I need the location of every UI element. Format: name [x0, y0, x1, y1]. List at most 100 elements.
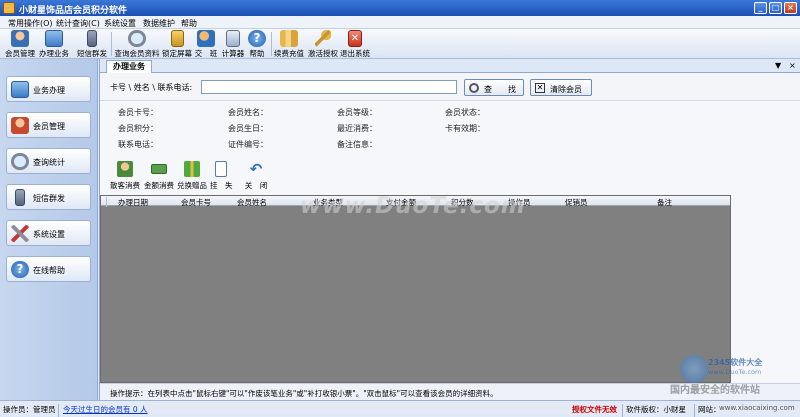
toolbar-help[interactable]: ? 帮助	[247, 30, 267, 58]
toolbar: 会员管理 办理业务 短信群发 查询会员资料 锁定屏幕 交 班 计算器 ? 帮助 …	[0, 29, 800, 59]
walk-in-consumption-button[interactable]: 散客消费	[108, 161, 142, 191]
cash-icon	[151, 164, 167, 174]
member-icon	[11, 117, 29, 134]
card-expiry-label: 卡有效期：	[445, 124, 485, 133]
maximize-button[interactable]: □	[769, 2, 782, 14]
toolbar-lock-screen[interactable]: 锁定屏幕	[161, 30, 193, 58]
close-business-button[interactable]: ↶ 关 闭	[244, 161, 268, 191]
help-icon: ?	[11, 261, 29, 278]
card-number-label: 会员卡号：	[118, 108, 158, 117]
status-divider	[622, 404, 623, 417]
member-name-label: 会员姓名：	[228, 108, 268, 117]
minimize-button[interactable]: _	[754, 2, 767, 14]
menu-system-settings[interactable]: 系统设置	[104, 18, 136, 29]
toolbar-separator	[271, 32, 272, 56]
operator-label: 操作员：	[3, 405, 33, 414]
id-number-label: 证件编号：	[228, 140, 268, 149]
recent-consumption-label: 最近消费：	[337, 124, 377, 133]
menu-statistics[interactable]: 统计查询(C)	[56, 18, 100, 29]
report-loss-icon	[215, 161, 227, 177]
menu-data-maintenance[interactable]: 数据维护	[143, 18, 175, 29]
amount-consumption-button[interactable]: 金额消费	[142, 161, 176, 191]
website-link[interactable]: www.xiaocaixing.com	[719, 404, 795, 412]
toolbar-sms[interactable]: 短信群发	[76, 30, 108, 58]
site-slogan: 国内最安全的软件站	[670, 385, 760, 396]
site-brand: 2345软件大全	[708, 358, 763, 367]
clear-member-button[interactable]: ✕ 清除会员	[530, 79, 592, 96]
member-level-label: 会员等级：	[337, 108, 377, 117]
tab-dropdown-button[interactable]: ▼	[775, 61, 781, 71]
search-row: 卡号 \ 姓名 \ 联系电话: 查 找 ✕ 清除会员	[100, 73, 800, 101]
member-status-label: 会员状态：	[445, 108, 485, 117]
toolbar-recharge[interactable]: 续费充值	[273, 30, 305, 58]
license-status: 授权文件无效	[572, 405, 617, 414]
menu-common-operations[interactable]: 常用操作(O)	[8, 18, 53, 29]
toolbar-query-member[interactable]: 查询会员资料	[114, 30, 160, 58]
magnifier-icon	[469, 83, 479, 93]
member-icon	[11, 30, 29, 47]
recharge-icon	[280, 30, 298, 47]
sidebar-item-business[interactable]: 业务办理	[6, 76, 91, 102]
help-icon: ?	[248, 30, 266, 47]
site-url: www.DuoTe.com	[708, 368, 762, 376]
status-divider	[694, 404, 695, 417]
toolbar-business[interactable]: 办理业务	[38, 30, 70, 58]
business-icon	[11, 81, 29, 98]
search-input[interactable]	[201, 80, 457, 94]
gift-icon	[184, 161, 200, 177]
column-header[interactable]: 会员卡号	[181, 197, 211, 208]
column-header[interactable]: 备注	[657, 197, 672, 208]
redeem-gift-button[interactable]: 兑换赠品	[175, 161, 209, 191]
find-button[interactable]: 查 找	[464, 79, 524, 96]
sidebar-item-sms[interactable]: 短信群发	[6, 184, 91, 210]
member-birthday-label: 会员生日：	[228, 124, 268, 133]
calculator-icon	[226, 30, 240, 47]
sidebar-item-statistics[interactable]: 查询统计	[6, 148, 91, 174]
close-window-button[interactable]: ×	[784, 2, 797, 14]
website-label: 网站：	[698, 405, 721, 414]
birthday-members-link[interactable]: 今天过生日的会员有 0 人	[63, 404, 148, 415]
toolbar-member-management[interactable]: 会员管理	[5, 30, 35, 58]
column-header[interactable]: 会员姓名	[237, 197, 267, 208]
tools-icon	[11, 225, 29, 242]
column-header[interactable]: 办理日期	[118, 197, 148, 208]
window-title: 小财星饰品店会员积分软件	[19, 6, 128, 16]
sidebar-item-members[interactable]: 会员管理	[6, 112, 91, 138]
menu-bar: 常用操作(O) 统计查询(C) 系统设置 数据维护 帮助	[0, 16, 800, 29]
app-icon	[3, 2, 15, 14]
key-icon	[315, 30, 331, 47]
status-bar: 操作员： 管理员 今天过生日的会员有 0 人 授权文件无效 软件版权：小财星 网…	[0, 400, 800, 417]
phone-icon	[87, 30, 97, 47]
menu-help[interactable]: 帮助	[181, 18, 197, 29]
member-info-panel: 会员卡号： 会员姓名： 会员等级： 会员状态： 会员积分： 会员生日： 最近消费…	[100, 101, 800, 155]
operator-name: 管理员	[33, 405, 56, 414]
close-arrow-icon: ↶	[249, 160, 263, 178]
sidebar-item-online-help[interactable]: ? 在线帮助	[6, 256, 91, 282]
toolbar-handover[interactable]: 交 班	[194, 30, 218, 58]
report-loss-button[interactable]: 挂 失	[210, 161, 233, 191]
remark-label: 备注信息：	[337, 140, 377, 149]
toolbar-calculator[interactable]: 计算器	[220, 30, 246, 58]
member-points-label: 会员积分：	[118, 124, 158, 133]
close-icon: ✕	[535, 83, 545, 93]
search-label: 卡号 \ 姓名 \ 联系电话:	[110, 83, 193, 92]
magnifier-icon	[128, 30, 146, 47]
column-header[interactable]: 促销员	[565, 197, 588, 208]
toolbar-activate-license[interactable]: 激活授权	[307, 30, 339, 58]
sidebar: 业务办理 会员管理 查询统计 短信群发 系统设置 ? 在线帮助	[0, 59, 98, 400]
business-icon	[45, 30, 63, 47]
sidebar-item-settings[interactable]: 系统设置	[6, 220, 91, 246]
phone-icon	[15, 189, 25, 206]
action-bar: 散客消费 金额消费 兑换赠品 挂 失 ↶ 关 闭	[100, 159, 800, 195]
hint-text: 操作提示：在列表中点击"鼠标右键"可以"作废该笔业务"或"补打收银小票"。"双击…	[110, 389, 498, 398]
tab-strip: 办理业务 ▼ ×	[100, 59, 800, 73]
tab-business[interactable]: 办理业务	[106, 60, 152, 73]
business-table[interactable]: 办理日期 会员卡号 会员姓名 业务类型 支付金额 积分数 操作员 促销员 备注	[100, 195, 731, 383]
table-corner	[101, 197, 107, 207]
toolbar-exit[interactable]: ✕ 退出系统	[340, 30, 370, 58]
watermark: www.DuoTe.com	[300, 193, 526, 219]
site-watermark: 2345软件大全 www.DuoTe.com 国内最安全的软件站	[670, 355, 798, 396]
magnifier-icon	[11, 153, 29, 170]
tab-close-button[interactable]: ×	[789, 61, 796, 71]
main-panel: 办理业务 ▼ × 卡号 \ 姓名 \ 联系电话: 查 找 ✕ 清除会员 会员卡号…	[99, 59, 800, 400]
